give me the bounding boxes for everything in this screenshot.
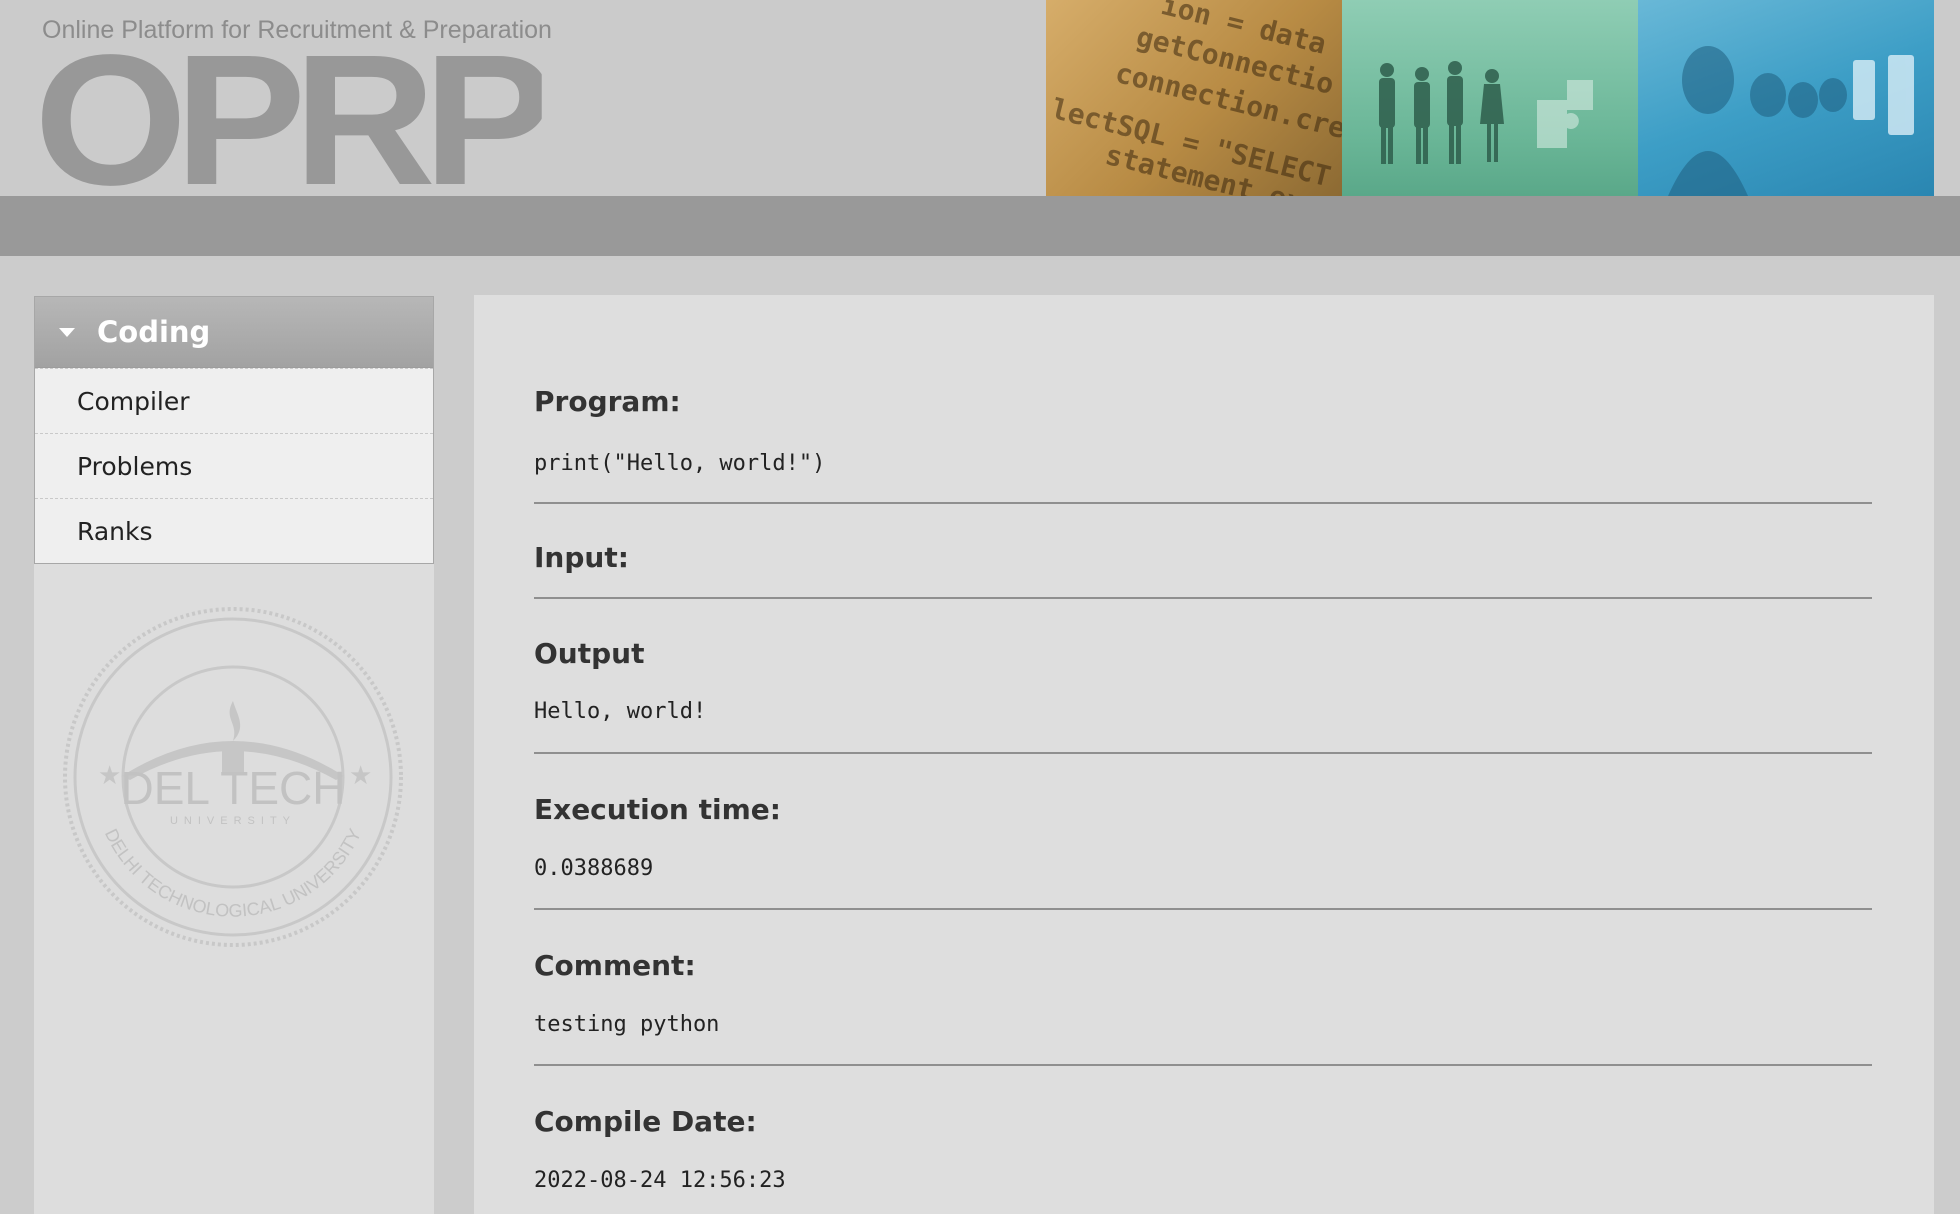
university-seal-icon: ★ ★ DEL TECH UNIVERSITY DELHI TECHNOLOGI… [63,607,403,947]
sidebar-item-compiler[interactable]: Compiler [35,368,433,433]
seal-center-text: DEL TECH [121,762,346,814]
divider [534,908,1872,910]
output-section: Output Hello, world! [534,637,1872,754]
input-label: Input: [534,541,629,574]
program-value: print("Hello, world!") [534,451,826,476]
business-people-silhouettes [1379,61,1593,164]
caret-down-icon[interactable] [59,327,75,337]
seal-sub-text: UNIVERSITY [170,815,296,827]
coding-menu-header[interactable]: Coding [35,297,433,368]
output-value: Hello, world! [534,699,707,724]
comment-value: testing python [534,1012,720,1037]
result-panel: Program: print("Hello, world!") Input: O… [474,295,1934,1214]
header-banner: ion = data getConnectio connection.crea … [1046,0,1934,196]
sidebar: Coding Compiler Problems Ranks ★ ★ DEL T… [34,296,434,1214]
input-section: Input: [534,541,1872,599]
svg-text:★: ★ [98,761,121,791]
sidebar-item-problems[interactable]: Problems [35,433,433,498]
svg-text:★: ★ [349,761,372,791]
header-bar [0,196,1960,256]
site-logo[interactable]: OPRP [34,28,542,196]
exec-time-label: Execution time: [534,793,781,826]
office-workers-illustration [1668,46,1914,196]
coding-menu: Coding Compiler Problems Ranks [34,296,434,564]
program-label: Program: [534,385,681,418]
divider [534,1064,1872,1066]
comment-section: Comment: testing python [534,949,1872,1066]
divider [534,502,1872,504]
banner-office-image [1638,0,1934,196]
divider [534,597,1872,599]
comment-label: Comment: [534,949,696,982]
compile-date-label: Compile Date: [534,1105,757,1138]
coding-menu-title: Coding [97,315,211,349]
output-label: Output [534,637,645,670]
divider [534,752,1872,754]
banner-team-image [1342,0,1638,196]
site-header: Online Platform for Recruitment & Prepar… [0,0,1960,196]
compile-date-section: Compile Date: 2022-08-24 12:56:23 [534,1105,1872,1193]
compile-date-value: 2022-08-24 12:56:23 [534,1168,786,1193]
sidebar-item-ranks[interactable]: Ranks [35,498,433,563]
banner-code-image: ion = data getConnectio connection.crea … [1046,0,1342,196]
program-section: Program: print("Hello, world!") [534,385,1872,504]
exec-time-section: Execution time: 0.0388689 [534,793,1872,910]
exec-time-value: 0.0388689 [534,856,654,881]
